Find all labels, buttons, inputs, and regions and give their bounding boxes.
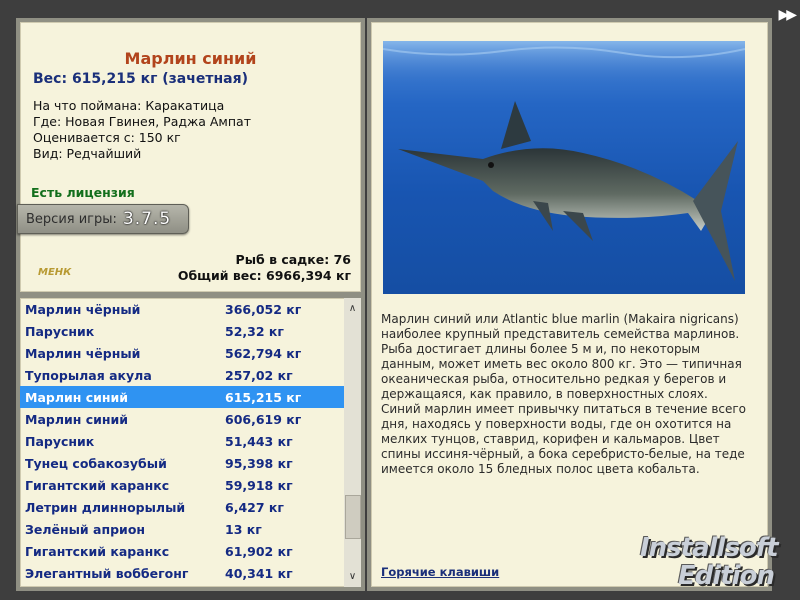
hotkeys-link[interactable]: Горячие клавиши	[381, 565, 499, 579]
list-scrollbar[interactable]: ∧ ∨	[344, 298, 361, 587]
list-item[interactable]: Марлин синий 615,215 кг	[20, 386, 344, 408]
fish-name: Парусник	[25, 323, 95, 339]
fish-weight-cell: 562,794 кг	[225, 345, 302, 361]
location-info: Где: Новая Гвинея, Раджа Ампат	[33, 114, 251, 129]
fish-name: Марлин чёрный	[25, 345, 141, 361]
marlin-image	[383, 41, 745, 281]
fish-weight-cell: 257,02 кг	[225, 367, 293, 383]
fish-weight-cell: 51,443 кг	[225, 433, 293, 449]
license-status: Есть лицензия	[31, 185, 135, 200]
list-item[interactable]: Зелёный априон 13 кг	[20, 518, 344, 540]
list-item[interactable]: Элегантный воббегонг 40,341 кг	[20, 562, 344, 584]
fish-name: Гигантский каранкс	[25, 477, 170, 493]
installsoft-watermark: Installsoft Edition	[640, 525, 795, 595]
fish-weight-cell: 61,902 кг	[225, 543, 293, 559]
fish-name: Тупорылая акула	[25, 367, 152, 383]
list-item[interactable]: Марлин синий 606,619 кг	[20, 408, 344, 430]
fish-name: Марлин синий	[25, 411, 129, 427]
fish-name: Гигантский каранкс	[25, 543, 170, 559]
list-item[interactable]: Тупорылая акула 257,02 кг	[20, 364, 344, 386]
fish-weight-cell: 615,215 кг	[225, 389, 302, 405]
scroll-thumb[interactable]	[345, 495, 361, 539]
fish-info-panel: Марлин синий Вес: 615,215 кг (зачетная) …	[16, 18, 365, 296]
fish-count: Рыб в садке: 76	[235, 252, 351, 267]
fish-name: Марлин синий	[25, 389, 129, 405]
list-item[interactable]: Гигантский каранкс 61,902 кг	[20, 540, 344, 562]
list-item[interactable]: Марлин чёрный 562,794 кг	[20, 342, 344, 364]
fish-title: Марлин синий	[124, 49, 257, 68]
catch-list-panel: Марлин чёрный 366,052 кг Парусник 52,32 кг М…	[16, 294, 365, 591]
watermark-line2: Edition	[678, 561, 775, 591]
list-item[interactable]: Летрин длиннорылый 6,427 кг	[20, 496, 344, 518]
fish-weight-cell: 95,398 кг	[225, 455, 293, 471]
fish-name: Зелёный априон	[25, 521, 146, 537]
fish-description: Марлин синий или Atlantic blue marlin (M…	[381, 312, 747, 476]
fish-photo	[383, 41, 745, 294]
list-item[interactable]: Парусник 52,32 кг	[20, 320, 344, 342]
fish-weight-cell: 366,052 кг	[225, 301, 302, 317]
list-item[interactable]: Марлин чёрный 366,052 кг	[20, 298, 344, 320]
fish-name: Летрин длиннорылый	[25, 499, 186, 515]
version-badge: Версия игры: 3.7.5	[17, 204, 189, 234]
catch-list[interactable]: Марлин чёрный 366,052 кг Парусник 52,32 кг М…	[20, 298, 344, 587]
fish-weight-cell: 13 кг	[225, 521, 262, 537]
scroll-down-icon[interactable]: ∨	[344, 568, 361, 585]
list-item[interactable]: Парусник 51,443 кг	[20, 430, 344, 452]
fish-name: Тунец собакозубый	[25, 455, 167, 471]
fish-weight-cell: 59,918 кг	[225, 477, 293, 493]
watermark-line1: Installsoft	[640, 533, 779, 563]
fish-weight-cell: 6,427 кг	[225, 499, 284, 515]
fish-name: Элегантный воббегонг	[25, 565, 189, 581]
version-value: 3.7.5	[122, 209, 172, 229]
rarity-info: Вид: Редчайший	[33, 146, 142, 161]
fish-name: Парусник	[25, 433, 95, 449]
valued-from-info: Оценивается с: 150 кг	[33, 130, 181, 145]
total-weight: Общий вес: 6966,394 кг	[177, 268, 351, 283]
fish-detail-panel: Марлин синий или Atlantic blue marlin (M…	[367, 18, 772, 591]
list-item[interactable]: Тунец собакозубый 95,398 кг	[20, 452, 344, 474]
fish-name: Марлин чёрный	[25, 301, 141, 317]
fish-weight-cell: 40,341 кг	[225, 565, 293, 581]
fish-weight-cell: 52,32 кг	[225, 323, 284, 339]
version-label: Версия игры:	[26, 211, 117, 227]
scroll-up-icon[interactable]: ∧	[344, 300, 361, 317]
fish-weight: Вес: 615,215 кг (зачетная)	[33, 71, 248, 87]
list-item[interactable]: Гигантский каранкс 59,918 кг	[20, 474, 344, 496]
fish-weight-cell: 606,619 кг	[225, 411, 302, 427]
next-page-button[interactable]: ▶▶	[778, 7, 796, 23]
bait-info: На что поймана: Каракатица	[33, 98, 225, 113]
menk-logo: МЕНК	[38, 267, 72, 278]
